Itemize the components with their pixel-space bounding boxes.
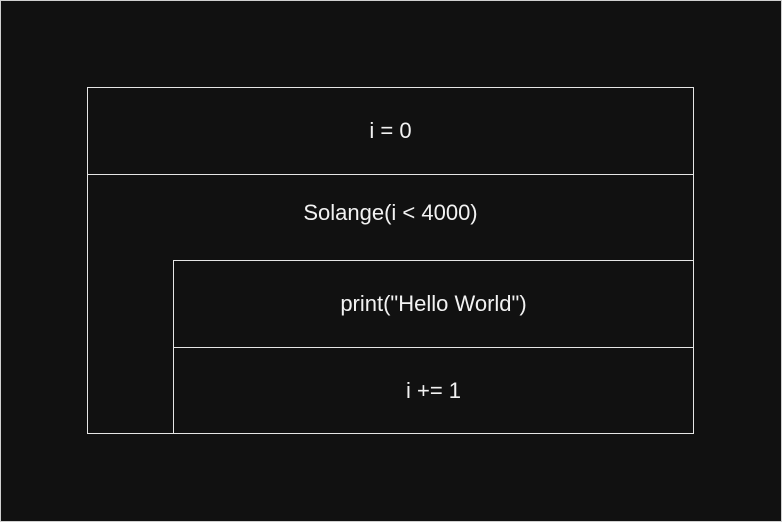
loop-body-statement-2: i += 1 <box>173 347 694 434</box>
init-block: i = 0 <box>87 87 694 175</box>
loop-condition: Solange(i < 4000) <box>303 200 478 225</box>
statement-text: print("Hello World") <box>340 291 527 316</box>
statement-text: i += 1 <box>405 377 462 403</box>
loop-body-statement-1: print("Hello World") <box>173 260 694 348</box>
init-statement: i = 0 <box>369 118 412 143</box>
nassi-shneiderman-diagram: i = 0 Solange(i < 4000) print("Hello Wor… <box>0 0 782 522</box>
